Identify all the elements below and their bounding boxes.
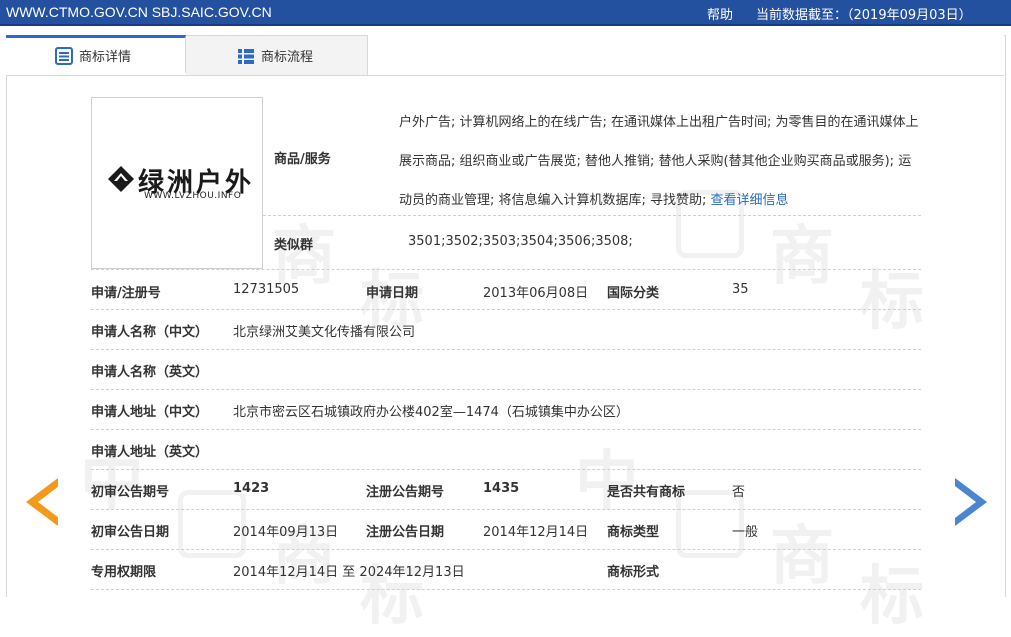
app-date-label: 申请日期 bbox=[366, 286, 419, 301]
tm-type-value: 一般 bbox=[732, 525, 759, 540]
list-icon bbox=[238, 48, 254, 64]
similar-group-label: 类似群 bbox=[274, 238, 314, 253]
address-cn-value: 北京市密云区石城镇政府办公楼402室—1474（石城镇集中办公区） bbox=[233, 405, 629, 420]
divider bbox=[91, 589, 921, 590]
tm-form-label: 商标形式 bbox=[607, 565, 660, 580]
address-cn-label: 申请人地址（中文） bbox=[91, 405, 209, 420]
divider bbox=[91, 509, 921, 510]
shared-value: 否 bbox=[732, 485, 746, 500]
tab-detail-label: 商标详情 bbox=[79, 50, 132, 65]
tab-process-label: 商标流程 bbox=[261, 50, 314, 65]
tab-process[interactable]: 商标流程 bbox=[186, 35, 368, 75]
prelim-date-label: 初审公告日期 bbox=[91, 525, 170, 540]
data-as-of-date: 当前数据截至：（2019年09月03日） bbox=[756, 8, 972, 23]
app-date-value: 2013年06月08日 bbox=[483, 286, 589, 301]
divider bbox=[91, 429, 921, 430]
divider bbox=[91, 389, 921, 390]
similar-group-value: 3501;3502;3503;3504;3506;3508; bbox=[408, 234, 633, 249]
help-link[interactable]: 帮助 bbox=[707, 4, 733, 23]
divider bbox=[91, 349, 921, 350]
document-list-icon bbox=[55, 46, 73, 65]
tm-type-label: 商标类型 bbox=[607, 525, 660, 540]
divider bbox=[263, 215, 921, 216]
goods-label: 商品/服务 bbox=[274, 152, 331, 167]
prelim-no-label: 初审公告期号 bbox=[91, 485, 170, 500]
reg-no-label: 申请/注册号 bbox=[91, 286, 161, 301]
trademark-image: 绿洲户外 WWW.LVZHOU.INFO bbox=[91, 97, 263, 269]
divider bbox=[91, 269, 921, 270]
prelim-date-value: 2014年09月13日 bbox=[233, 525, 339, 540]
view-details-link[interactable]: 查看详细信息 bbox=[711, 193, 789, 208]
divider bbox=[91, 469, 921, 470]
applicant-en-label: 申请人名称（英文） bbox=[91, 365, 209, 380]
mountain-logo-icon bbox=[108, 166, 134, 192]
address-en-label: 申请人地址（英文） bbox=[91, 445, 209, 460]
divider bbox=[91, 549, 921, 550]
tab-detail[interactable]: 商标详情 bbox=[6, 35, 186, 73]
prelim-no-value: 1423 bbox=[233, 481, 270, 496]
period-label: 专用权期限 bbox=[91, 565, 157, 580]
divider bbox=[91, 309, 921, 310]
tab-bar: 商标详情 商标流程 bbox=[6, 35, 1004, 76]
reg-pub-date-value: 2014年12月14日 bbox=[483, 525, 589, 540]
logo-url: WWW.LVZHOU.INFO bbox=[144, 191, 242, 201]
reg-pub-no-value: 1435 bbox=[483, 481, 520, 496]
applicant-cn-label: 申请人名称（中文） bbox=[91, 325, 209, 340]
reg-pub-no-label: 注册公告期号 bbox=[366, 485, 445, 500]
top-bar: WWW.CTMO.GOV.CN SBJ.SAIC.GOV.CN 帮助 当前数据截… bbox=[0, 0, 1011, 26]
site-domains: WWW.CTMO.GOV.CN SBJ.SAIC.GOV.CN bbox=[6, 4, 272, 20]
reg-no-value: 12731505 bbox=[233, 282, 300, 297]
reg-pub-date-label: 注册公告日期 bbox=[366, 525, 445, 540]
shared-label: 是否共有商标 bbox=[607, 485, 686, 500]
intl-class-value: 35 bbox=[732, 282, 749, 297]
goods-text: 户外广告; 计算机网络上的在线广告; 在通讯媒体上出租广告时间; 为零售目的在通… bbox=[399, 103, 919, 220]
intl-class-label: 国际分类 bbox=[607, 286, 660, 301]
period-value: 2014年12月14日 至 2024年12月13日 bbox=[233, 565, 465, 580]
goods-list: 户外广告; 计算机网络上的在线广告; 在通讯媒体上出租广告时间; 为零售目的在通… bbox=[399, 115, 919, 208]
applicant-cn-value: 北京绿洲艾美文化传播有限公司 bbox=[233, 325, 416, 340]
